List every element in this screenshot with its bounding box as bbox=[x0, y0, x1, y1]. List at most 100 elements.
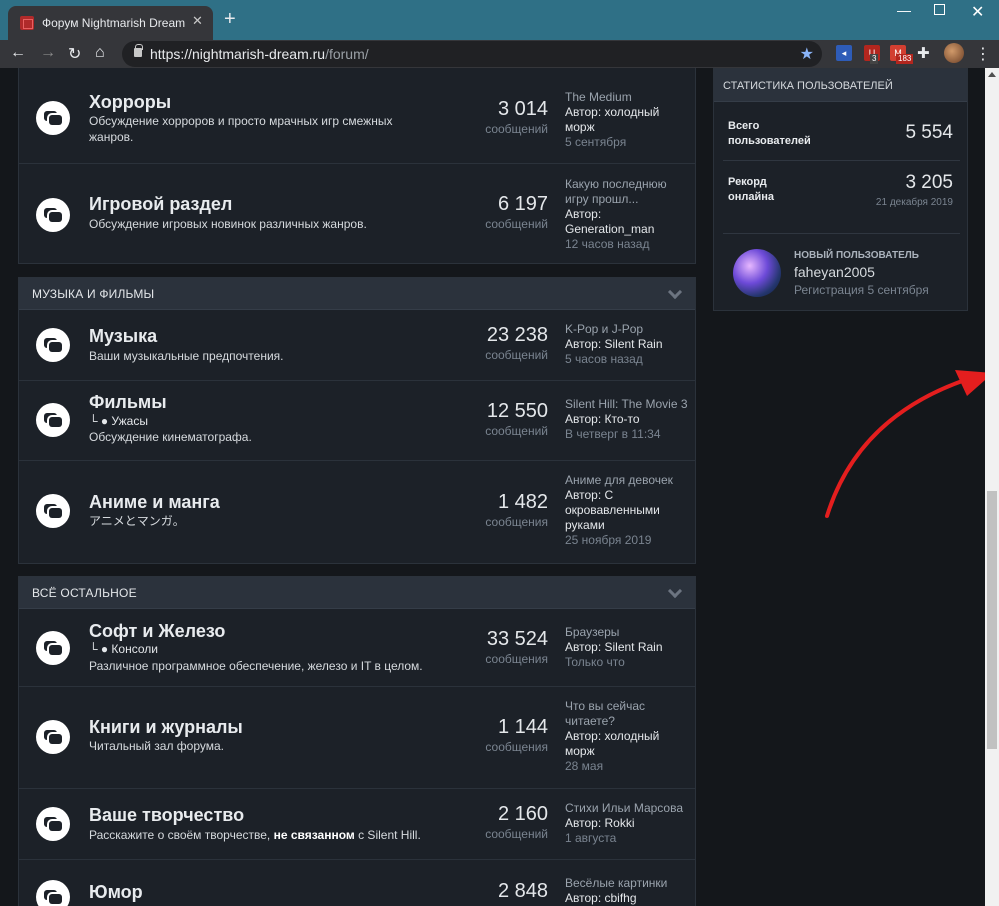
bookmark-star-icon[interactable]: ★ bbox=[800, 44, 814, 64]
forum-name[interactable]: Музыка bbox=[89, 326, 157, 347]
last-post-date: 12 часов назад bbox=[565, 237, 650, 251]
scroll-up-icon[interactable] bbox=[988, 72, 996, 77]
stats-header: СТАТИСТИКА ПОЛЬЗОВАТЕЛЕЙ bbox=[714, 69, 967, 102]
forum-name[interactable]: Хорроры bbox=[89, 92, 171, 113]
minimize-icon[interactable]: — bbox=[897, 2, 911, 18]
post-count-label: сообщений bbox=[485, 217, 548, 231]
subforum-link[interactable]: └ ● Консоли bbox=[89, 642, 158, 656]
url-text[interactable]: https://nightmarish-dream.ru/forum/ bbox=[150, 46, 369, 62]
forum-row[interactable]: Игровой раздел Обсуждение игровых новино… bbox=[19, 164, 695, 264]
last-post-title[interactable]: Какую последнюю игру прошл... bbox=[565, 177, 690, 207]
last-post-author[interactable]: Автор: Кто-то bbox=[565, 412, 693, 427]
profile-avatar[interactable] bbox=[944, 43, 964, 63]
forum-name[interactable]: Фильмы bbox=[89, 392, 167, 413]
block-header[interactable]: МУЗЫКА И ФИЛЬМЫ bbox=[19, 278, 695, 310]
last-post: Silent Hill: The Movie 3 Автор: Кто-то В… bbox=[565, 397, 693, 442]
post-count: 2 160 bbox=[497, 803, 548, 825]
forum-chat-icon bbox=[36, 720, 70, 754]
forum-description: アニメとマンガ。 bbox=[89, 514, 185, 528]
new-user-avatar[interactable] bbox=[733, 249, 781, 297]
forum-row[interactable]: Книги и журналы Читальный зал форума. 1 … bbox=[19, 687, 695, 789]
window-close-icon[interactable]: ✕ bbox=[971, 2, 984, 22]
forum-row[interactable]: Музыка Ваши музыкальные предпочтения. 23… bbox=[19, 310, 695, 381]
browser-tab-strip: Форум Nightmarish Dream ✕ + — ✕ bbox=[0, 0, 999, 40]
forum-row[interactable]: Ваше творчество Расскажите о своём творч… bbox=[19, 789, 695, 860]
description-emphasis: не связанном bbox=[273, 828, 355, 842]
back-arrow-icon[interactable]: ← bbox=[10, 44, 26, 62]
site-favicon-icon bbox=[20, 16, 34, 30]
forum-chat-icon bbox=[36, 807, 70, 841]
address-bar[interactable]: https://nightmarish-dream.ru/forum/ ★ bbox=[122, 41, 822, 67]
browser-tab[interactable]: Форум Nightmarish Dream ✕ bbox=[8, 6, 213, 40]
forum-chat-icon bbox=[36, 328, 70, 362]
last-post-author[interactable]: Автор: Rokki bbox=[565, 816, 690, 831]
last-post: Аниме для девочек Автор: С окровавленным… bbox=[565, 473, 675, 548]
extension-badge: 183 bbox=[896, 54, 914, 64]
forum-description: Читальный зал форума. bbox=[89, 739, 224, 753]
forward-arrow-icon[interactable]: → bbox=[40, 44, 56, 62]
translate-extension-icon[interactable]: ◂ bbox=[836, 45, 852, 61]
last-post-author[interactable]: Автор: холодный морж bbox=[565, 105, 690, 135]
ublock-extension-icon[interactable]: U3 bbox=[864, 45, 880, 64]
mail-extension-icon[interactable]: M 183 bbox=[890, 45, 914, 64]
post-count: 12 550 bbox=[486, 400, 548, 422]
post-count-label: сообщений bbox=[485, 827, 548, 841]
last-post-title[interactable]: Аниме для девочек bbox=[565, 473, 675, 488]
new-user-name[interactable]: faheyan2005 bbox=[794, 264, 875, 280]
last-post-title[interactable]: Что вы сейчас читаете? bbox=[565, 699, 675, 729]
forum-row[interactable]: Софт и Железо └ ● Консоли Различное прог… bbox=[19, 609, 695, 687]
chevron-down-icon[interactable] bbox=[667, 583, 683, 599]
forum-name[interactable]: Книги и журналы bbox=[89, 717, 243, 738]
scrollbar-thumb[interactable] bbox=[987, 491, 997, 749]
forum-name[interactable]: Софт и Железо bbox=[89, 621, 225, 642]
last-post-title[interactable]: Браузеры bbox=[565, 625, 690, 640]
maximize-icon[interactable] bbox=[934, 4, 945, 15]
home-icon[interactable]: ⌂ bbox=[95, 44, 105, 62]
last-post-title[interactable]: Стихи Ильи Марсова bbox=[565, 801, 690, 816]
divider bbox=[723, 233, 960, 234]
forum-block-music-films: МУЗЫКА И ФИЛЬМЫ Музыка Ваши музыкальные … bbox=[18, 277, 696, 564]
forum-name[interactable]: Игровой раздел bbox=[89, 194, 232, 215]
last-post-title[interactable]: Весёлые картинки bbox=[565, 876, 690, 891]
post-count: 1 144 bbox=[497, 716, 548, 738]
new-tab-button[interactable]: + bbox=[224, 9, 236, 29]
last-post-author[interactable]: Автор: Silent Rain bbox=[565, 640, 690, 655]
extensions-puzzle-icon[interactable]: ✚ bbox=[917, 44, 930, 62]
page-scrollbar[interactable] bbox=[985, 68, 999, 906]
last-post: Какую последнюю игру прошл... Автор: Gen… bbox=[565, 177, 690, 252]
description-text: Расскажите о своём творчестве, bbox=[89, 828, 274, 842]
last-post-date: 28 мая bbox=[565, 759, 604, 773]
user-stats-widget: СТАТИСТИКА ПОЛЬЗОВАТЕЛЕЙ Всего пользовате… bbox=[713, 68, 968, 311]
kebab-menu-icon[interactable]: ⋮ bbox=[975, 44, 991, 64]
forum-block-other: ВСЁ ОСТАЛЬНОЕ Софт и Железо └ ● Консоли … bbox=[18, 576, 696, 906]
last-post-date: 25 ноября 2019 bbox=[565, 533, 652, 547]
last-post-author[interactable]: Автор: С окровавленными руками bbox=[565, 488, 675, 533]
forum-row[interactable]: Хорроры Обсуждение хорроров и просто мра… bbox=[19, 68, 695, 164]
forum-row[interactable]: Фильмы └ ● Ужасы Обсуждение кинематограф… bbox=[19, 381, 695, 461]
last-post-author[interactable]: Автор: Silent Rain bbox=[565, 337, 690, 352]
last-post-author[interactable]: Автор: cbifhg bbox=[565, 891, 690, 906]
last-post-author[interactable]: Автор: Generation_man bbox=[565, 207, 690, 237]
url-path: /forum/ bbox=[325, 46, 369, 62]
chevron-down-icon[interactable] bbox=[667, 284, 683, 300]
forum-name[interactable]: Юмор bbox=[89, 882, 143, 903]
forum-row[interactable]: Юмор 2 848 Весёлые картинки Автор: cbifh… bbox=[19, 860, 695, 906]
forum-chat-icon bbox=[36, 880, 70, 906]
forum-name[interactable]: Аниме и манга bbox=[89, 492, 220, 513]
last-post-title[interactable]: K-Pop и J-Pop bbox=[565, 322, 690, 337]
lock-icon[interactable] bbox=[134, 44, 143, 57]
forum-description: Расскажите о своём творчестве, не связан… bbox=[89, 827, 449, 843]
forum-name[interactable]: Ваше творчество bbox=[89, 805, 244, 826]
subforum-link[interactable]: └ ● Ужасы bbox=[89, 414, 148, 428]
forum-description: Различное программное обеспечение, желез… bbox=[89, 659, 423, 673]
reload-icon[interactable]: ↻ bbox=[68, 44, 81, 64]
last-post-author[interactable]: Автор: холодный морж bbox=[565, 729, 675, 759]
last-post: K-Pop и J-Pop Автор: Silent Rain 5 часов… bbox=[565, 322, 690, 367]
last-post-title[interactable]: Silent Hill: The Movie 3 bbox=[565, 397, 693, 412]
last-post-title[interactable]: The Medium bbox=[565, 90, 690, 105]
forum-row[interactable]: Аниме и манга アニメとマンガ。 1 482 сообщения А… bbox=[19, 461, 695, 563]
last-post-date: 1 августа bbox=[565, 831, 617, 845]
post-count: 6 197 bbox=[497, 193, 548, 215]
tab-close-icon[interactable]: ✕ bbox=[192, 13, 203, 29]
block-header[interactable]: ВСЁ ОСТАЛЬНОЕ bbox=[19, 577, 695, 609]
